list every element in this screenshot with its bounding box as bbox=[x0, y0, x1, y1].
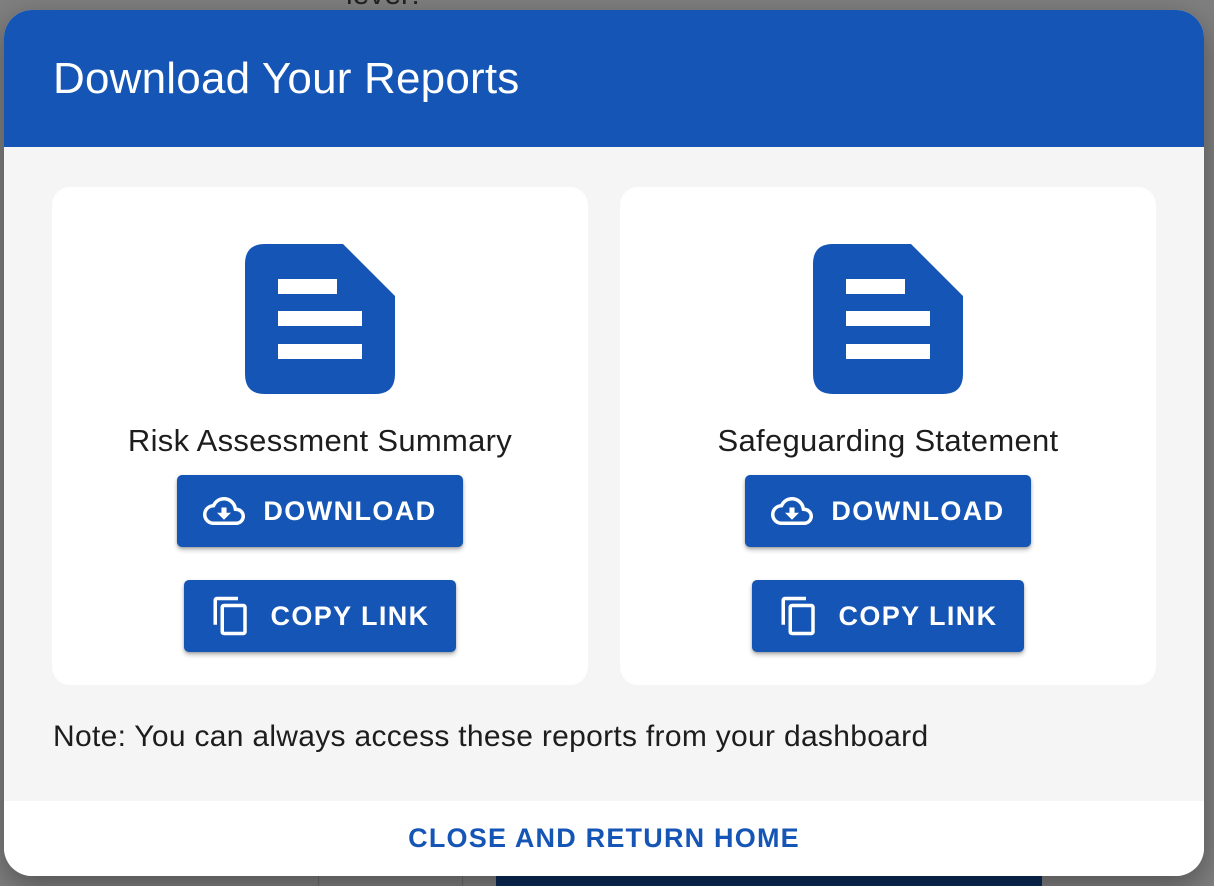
copy-link-label: COPY LINK bbox=[270, 600, 430, 631]
dialog-title: Download Your Reports bbox=[53, 53, 520, 103]
download-reports-dialog: Download Your Reports Risk Assessment Su… bbox=[4, 10, 1204, 876]
copy-link-button[interactable]: COPY LINK bbox=[184, 580, 456, 652]
document-icon bbox=[245, 244, 395, 394]
close-and-return-home-button[interactable]: CLOSE AND RETURN HOME bbox=[408, 823, 800, 854]
report-title: Safeguarding Statement bbox=[717, 423, 1059, 458]
copy-link-button[interactable]: COPY LINK bbox=[752, 580, 1024, 652]
report-card-risk-assessment: Risk Assessment Summary DOWNLOAD COPY LI… bbox=[52, 187, 588, 685]
download-button[interactable]: DOWNLOAD bbox=[177, 475, 463, 547]
download-label: DOWNLOAD bbox=[263, 495, 437, 526]
download-label: DOWNLOAD bbox=[831, 495, 1005, 526]
dashboard-note: Note: You can always access these report… bbox=[53, 720, 929, 753]
dialog-header: Download Your Reports bbox=[4, 10, 1204, 147]
download-button[interactable]: DOWNLOAD bbox=[745, 475, 1031, 547]
cloud-download-icon bbox=[203, 497, 246, 525]
cloud-download-icon bbox=[771, 497, 814, 525]
report-cards: Risk Assessment Summary DOWNLOAD COPY LI… bbox=[52, 187, 1156, 685]
document-icon bbox=[813, 244, 963, 394]
report-card-safeguarding: Safeguarding Statement DOWNLOAD COPY LIN… bbox=[620, 187, 1156, 685]
report-title: Risk Assessment Summary bbox=[127, 423, 513, 458]
copy-link-label: COPY LINK bbox=[838, 600, 998, 631]
dialog-footer: CLOSE AND RETURN HOME bbox=[4, 801, 1204, 876]
copy-icon bbox=[213, 596, 248, 636]
copy-icon bbox=[781, 596, 816, 636]
